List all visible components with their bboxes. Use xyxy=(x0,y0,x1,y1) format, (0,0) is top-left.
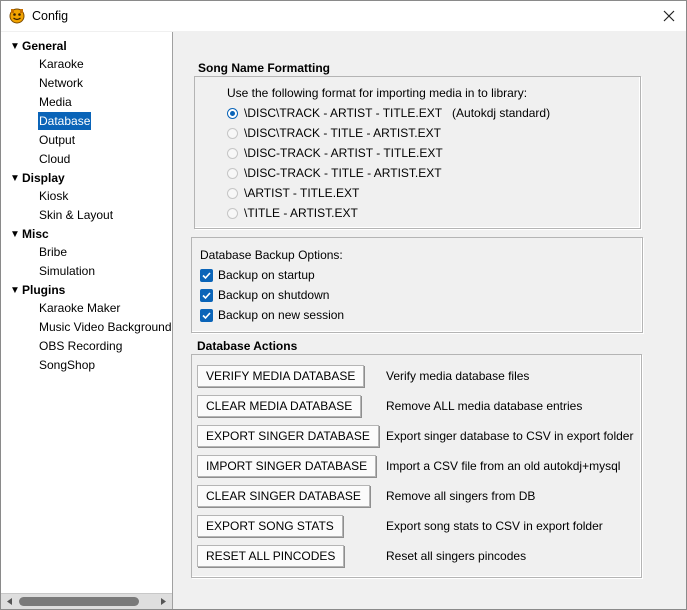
format-option-label: \TITLE - ARTIST.EXT xyxy=(244,206,358,220)
title-bar: Config xyxy=(1,1,686,31)
tree-item-cloud[interactable]: Cloud xyxy=(38,150,71,168)
export-singer-database-button[interactable]: EXPORT SINGER DATABASE xyxy=(197,425,379,447)
reset-all-pincodes-button[interactable]: RESET ALL PINCODES xyxy=(197,545,345,567)
format-option-3[interactable]: \DISC-TRACK - ARTIST - TITLE.EXT xyxy=(227,146,443,160)
tree-item-songshop[interactable]: SongShop xyxy=(38,356,96,374)
import-singer-database-button[interactable]: IMPORT SINGER DATABASE xyxy=(197,455,377,477)
backup-on-shutdown-option[interactable]: Backup on shutdown xyxy=(200,288,329,302)
song-format-prompt: Use the following format for importing m… xyxy=(227,86,528,100)
format-option-6[interactable]: \TITLE - ARTIST.EXT xyxy=(227,206,358,220)
format-option-2[interactable]: \DISC\TRACK - TITLE - ARTIST.EXT xyxy=(227,126,441,140)
config-tree[interactable]: ▼ General Karaoke Network Media Database… xyxy=(1,32,173,609)
action-description: Export song stats to CSV in export folde… xyxy=(386,519,603,533)
tree-item-simulation[interactable]: Simulation xyxy=(38,262,96,280)
tree-group-general[interactable]: ▼ General xyxy=(1,37,67,55)
tree-item-music-video-background[interactable]: Music Video Background xyxy=(38,318,172,336)
radio-button[interactable] xyxy=(227,147,238,159)
action-description: Reset all singers pincodes xyxy=(386,549,527,563)
tree-item-database[interactable]: Database xyxy=(38,112,92,130)
autokdj-app-icon xyxy=(9,8,25,24)
expand-arrow-icon[interactable]: ▼ xyxy=(10,229,22,240)
song-name-formatting-title: Song Name Formatting xyxy=(198,61,331,75)
checkbox-label: Backup on new session xyxy=(218,308,345,322)
checkbox-label: Backup on shutdown xyxy=(218,288,330,302)
checkbox-label: Backup on startup xyxy=(218,268,315,282)
config-window: Config ▼ General Karaoke Network Media D… xyxy=(0,0,687,610)
tree-item-skin-layout[interactable]: Skin & Layout xyxy=(38,206,114,224)
tree-item-kiosk[interactable]: Kiosk xyxy=(38,187,69,205)
tree-group-label: Plugins xyxy=(22,283,66,297)
radio-button[interactable] xyxy=(227,187,238,199)
tree-group-display[interactable]: ▼ Display xyxy=(1,169,65,187)
clear-singer-database-button[interactable]: CLEAR SINGER DATABASE xyxy=(197,485,370,507)
export-song-stats-button[interactable]: EXPORT SONG STATS xyxy=(197,515,343,537)
expand-arrow-icon[interactable]: ▼ xyxy=(10,173,22,184)
format-option-4[interactable]: \DISC-TRACK - TITLE - ARTIST.EXT xyxy=(227,166,442,180)
format-option-label: \DISC\TRACK - TITLE - ARTIST.EXT xyxy=(244,126,441,140)
format-option-note: (Autokdj standard) xyxy=(452,106,551,120)
checkmark-icon xyxy=(202,291,211,299)
action-description: Import a CSV file from an old autokdj+my… xyxy=(386,459,621,473)
expand-arrow-icon[interactable]: ▼ xyxy=(10,41,22,52)
checkbox-checked[interactable] xyxy=(200,268,213,282)
format-option-label: \DISC\TRACK - ARTIST - TITLE.EXT xyxy=(244,106,443,120)
tree-item-bribe[interactable]: Bribe xyxy=(38,243,68,261)
action-description: Remove all singers from DB xyxy=(386,489,536,503)
backup-on-startup-option[interactable]: Backup on startup xyxy=(200,268,315,282)
window-title: Config xyxy=(32,9,69,23)
action-description: Verify media database files xyxy=(386,369,530,383)
format-option-label: \DISC-TRACK - TITLE - ARTIST.EXT xyxy=(244,166,442,180)
sidebar-horizontal-scrollbar[interactable] xyxy=(1,593,172,609)
scrollbar-thumb[interactable] xyxy=(19,597,139,606)
scroll-left-icon[interactable] xyxy=(3,596,17,607)
format-option-5[interactable]: \ARTIST - TITLE.EXT xyxy=(227,186,359,200)
format-option-label: \DISC-TRACK - ARTIST - TITLE.EXT xyxy=(244,146,443,160)
radio-button[interactable] xyxy=(227,167,238,179)
tree-item-obs-recording[interactable]: OBS Recording xyxy=(38,337,123,355)
radio-button[interactable] xyxy=(227,207,238,219)
expand-arrow-icon[interactable]: ▼ xyxy=(10,285,22,296)
radio-button[interactable] xyxy=(227,127,238,139)
tree-group-plugins[interactable]: ▼ Plugins xyxy=(1,281,65,299)
tree-item-karaoke[interactable]: Karaoke xyxy=(38,55,85,73)
close-icon xyxy=(663,10,675,22)
action-description: Remove ALL media database entries xyxy=(386,399,583,413)
tree-item-output[interactable]: Output xyxy=(38,131,76,149)
format-option-1[interactable]: \DISC\TRACK - ARTIST - TITLE.EXT (Autokd… xyxy=(227,106,550,120)
tree-item-karaoke-maker[interactable]: Karaoke Maker xyxy=(38,299,121,317)
database-actions-title: Database Actions xyxy=(197,339,298,353)
verify-media-database-button[interactable]: VERIFY MEDIA DATABASE xyxy=(197,365,365,387)
checkmark-icon xyxy=(202,311,211,319)
tree-item-media[interactable]: Media xyxy=(38,93,73,111)
tree-group-misc[interactable]: ▼ Misc xyxy=(1,225,49,243)
format-option-label: \ARTIST - TITLE.EXT xyxy=(244,186,360,200)
checkbox-checked[interactable] xyxy=(200,308,213,322)
action-description: Export singer database to CSV in export … xyxy=(386,429,634,443)
tree-group-label: Display xyxy=(22,171,65,185)
checkbox-checked[interactable] xyxy=(200,288,213,302)
tree-group-label: Misc xyxy=(22,227,49,241)
clear-media-database-button[interactable]: CLEAR MEDIA DATABASE xyxy=(197,395,362,417)
close-button[interactable] xyxy=(652,1,686,31)
tree-group-label: General xyxy=(22,39,67,53)
radio-button[interactable] xyxy=(227,107,238,119)
scroll-right-icon[interactable] xyxy=(156,596,170,607)
backup-options-title: Database Backup Options: xyxy=(200,248,343,262)
tree-item-network[interactable]: Network xyxy=(38,74,84,92)
checkmark-icon xyxy=(202,271,211,279)
backup-on-new-session-option[interactable]: Backup on new session xyxy=(200,308,344,322)
